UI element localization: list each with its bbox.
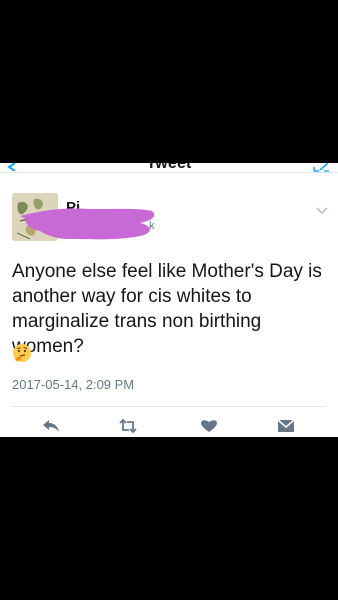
tweet-text: Anyone else feel like Mother's Day is an… (12, 261, 322, 357)
phone-screen: Tweet Pi k Anyone else feel like Mother'… (0, 0, 338, 600)
reply-icon[interactable] (42, 419, 60, 433)
thinking-face-icon (13, 344, 31, 362)
chevron-down-icon[interactable] (316, 207, 328, 215)
author-handle[interactable]: k (149, 220, 155, 232)
divider (12, 406, 326, 407)
like-heart-icon[interactable] (200, 419, 218, 433)
page-title: Tweet (146, 163, 192, 172)
compose-tweet-icon[interactable] (312, 163, 330, 172)
direct-message-icon[interactable] (277, 419, 295, 433)
avatar[interactable] (12, 193, 58, 241)
author-display-name[interactable]: Pi (66, 199, 80, 216)
retweet-icon[interactable] (119, 419, 137, 433)
tweet-detail-view: Tweet Pi k Anyone else feel like Mother'… (0, 163, 338, 437)
navigation-bar: Tweet (0, 163, 338, 173)
tweet-timestamp: 2017-05-14, 2:09 PM (12, 377, 135, 392)
